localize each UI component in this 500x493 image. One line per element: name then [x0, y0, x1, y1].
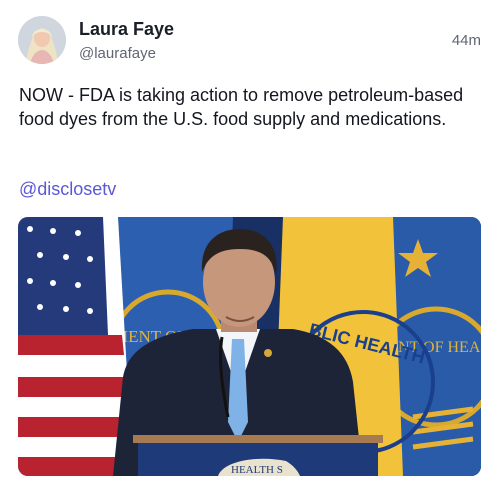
post-media-image[interactable]: NT OF HEA MENT OF BLIC HEALTH HEALTH S	[18, 217, 481, 476]
us-flag	[18, 217, 133, 476]
author-block: Laura Faye @laurafaye	[79, 18, 174, 64]
mention-link[interactable]: @disclosetv	[19, 177, 116, 201]
author-handle[interactable]: @laurafaye	[79, 44, 174, 64]
podium: HEALTH S	[133, 435, 383, 476]
avatar[interactable]	[18, 16, 66, 64]
post-card: Laura Faye @laurafaye 44m NOW - FDA is t…	[0, 0, 500, 493]
post-text: NOW - FDA is taking action to remove pet…	[19, 85, 464, 129]
author-name[interactable]: Laura Faye	[79, 18, 174, 40]
podium-text: HEALTH S	[231, 464, 283, 476]
avatar-image	[18, 16, 66, 64]
press-conference-image: NT OF HEA MENT OF BLIC HEALTH HEALTH S	[18, 217, 481, 476]
pin-icon	[264, 349, 272, 357]
post-timestamp[interactable]: 44m	[452, 32, 481, 49]
